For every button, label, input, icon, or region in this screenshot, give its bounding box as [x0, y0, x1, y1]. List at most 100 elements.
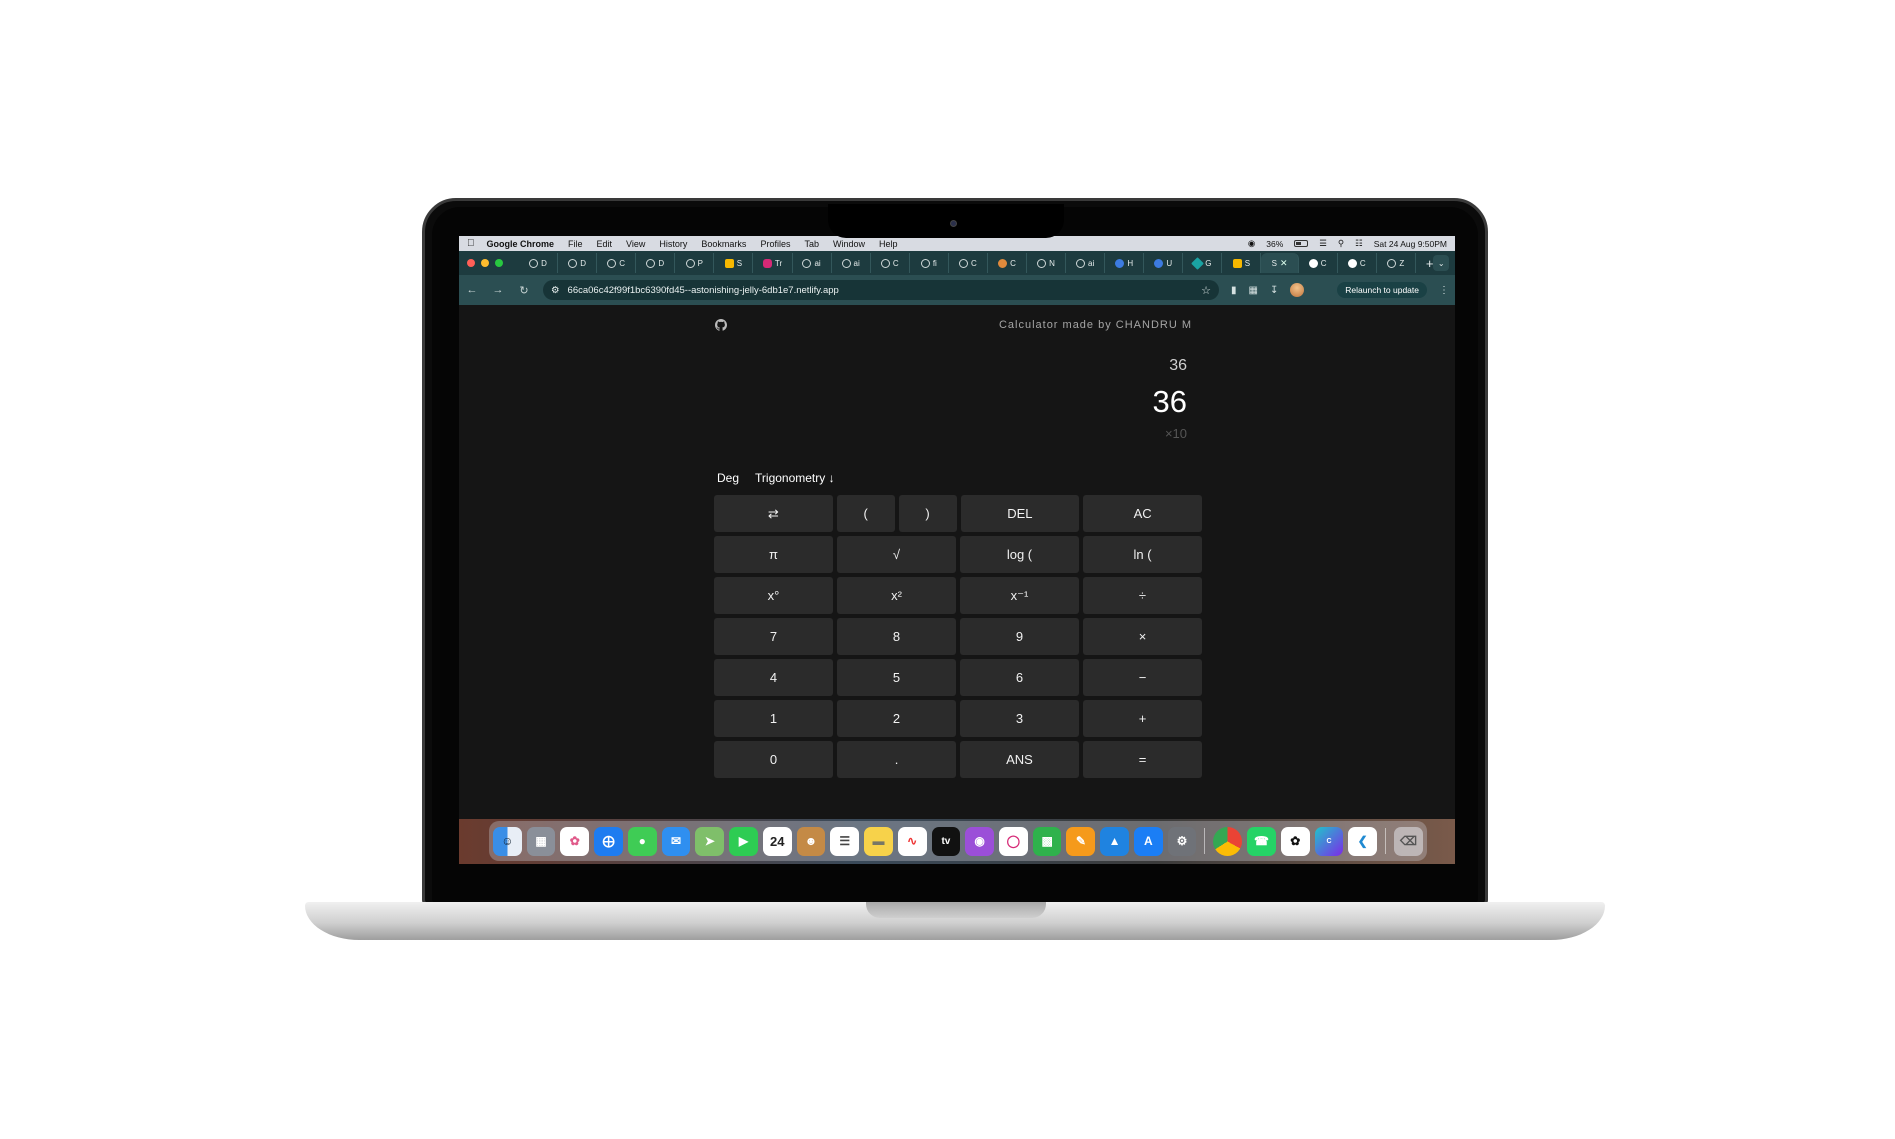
- trigonometry-dropdown[interactable]: Trigonometry ↓: [755, 471, 835, 485]
- ln-key[interactable]: ln (: [1083, 536, 1202, 573]
- browser-tab[interactable]: H: [1105, 253, 1145, 273]
- browser-tab[interactable]: D: [558, 253, 598, 273]
- wifi-icon[interactable]: ☰: [1319, 238, 1327, 249]
- battery-icon[interactable]: [1294, 240, 1309, 247]
- app-store-icon[interactable]: A: [1133, 826, 1163, 856]
- log-key[interactable]: log (: [960, 536, 1079, 573]
- pi-key[interactable]: π: [714, 536, 833, 573]
- menu-edit[interactable]: Edit: [597, 239, 613, 249]
- close-tab-icon[interactable]: ✕: [1280, 258, 1288, 269]
- keynote-icon[interactable]: ▲: [1100, 826, 1129, 856]
- reload-icon[interactable]: ↻: [517, 284, 531, 297]
- minimize-window-icon[interactable]: [481, 259, 489, 267]
- multiply-key[interactable]: ×: [1083, 618, 1202, 655]
- download-icon[interactable]: ↧: [1270, 285, 1278, 296]
- reminders-icon[interactable]: ☰: [830, 826, 860, 856]
- delete-key[interactable]: DEL: [960, 495, 1080, 532]
- digit-3-key[interactable]: 3: [960, 700, 1079, 737]
- pages-icon[interactable]: ✎: [1066, 826, 1096, 856]
- close-window-icon[interactable]: [467, 259, 475, 267]
- menu-clock[interactable]: Sat 24 Aug 9:50PM: [1374, 239, 1447, 249]
- control-center-icon[interactable]: ☷: [1355, 238, 1363, 249]
- digit-4-key[interactable]: 4: [714, 659, 833, 696]
- decimal-key[interactable]: .: [837, 741, 956, 778]
- puzzle-extensions-icon[interactable]: ▦: [1249, 285, 1258, 296]
- menu-view[interactable]: View: [626, 239, 645, 249]
- trash-icon[interactable]: ⌫: [1394, 826, 1423, 856]
- spotlight-search-icon[interactable]: ⚲: [1338, 238, 1344, 249]
- github-icon[interactable]: [715, 319, 727, 331]
- reciprocal-key[interactable]: x⁻¹: [960, 577, 1079, 614]
- open-paren-key[interactable]: (: [836, 495, 895, 532]
- chatgpt-icon[interactable]: ✿: [1280, 826, 1310, 856]
- contacts-icon[interactable]: ☻: [796, 826, 826, 856]
- back-arrow-icon[interactable]: ←: [465, 284, 479, 296]
- menu-file[interactable]: File: [568, 239, 583, 249]
- zoom-window-icon[interactable]: [495, 259, 503, 267]
- plus-key[interactable]: +: [1083, 700, 1202, 737]
- mail-icon[interactable]: ✉: [661, 826, 691, 856]
- browser-tab[interactable]: C: [597, 253, 637, 273]
- numbers-icon[interactable]: ▩: [1032, 826, 1062, 856]
- messages-icon[interactable]: ●: [627, 826, 657, 856]
- digit-7-key[interactable]: 7: [714, 618, 833, 655]
- menu-tab[interactable]: Tab: [804, 239, 819, 249]
- site-info-icon[interactable]: ⚙: [551, 285, 560, 296]
- browser-tab[interactable]: Tr: [753, 253, 793, 273]
- forward-arrow-icon[interactable]: →: [491, 284, 505, 296]
- apple-tv-icon[interactable]: tv: [931, 826, 961, 856]
- digit-0-key[interactable]: 0: [714, 741, 833, 778]
- menu-history[interactable]: History: [659, 239, 687, 249]
- chrome-icon[interactable]: [1213, 826, 1243, 856]
- browser-tab[interactable]: D: [636, 253, 676, 273]
- menu-help[interactable]: Help: [879, 239, 898, 249]
- square-key[interactable]: x²: [837, 577, 956, 614]
- chrome-menu-icon[interactable]: ⋮: [1439, 285, 1449, 296]
- url-text[interactable]: 66ca06c42f99f1bc6390fd45--astonishing-je…: [568, 285, 839, 296]
- profile-avatar[interactable]: [1290, 283, 1305, 297]
- browser-tab[interactable]: P: [675, 253, 715, 273]
- address-bar[interactable]: ⚙ 66ca06c42f99f1bc6390fd45--astonishing-…: [543, 280, 1219, 300]
- sqrt-key[interactable]: √: [837, 536, 956, 573]
- menu-app-name[interactable]: Google Chrome: [487, 239, 555, 249]
- browser-tab[interactable]: ai: [1066, 253, 1106, 273]
- notes-icon[interactable]: ▬: [864, 826, 893, 856]
- browser-tab[interactable]: G: [1183, 253, 1223, 273]
- browser-tab[interactable]: ai: [832, 253, 871, 273]
- new-tab-plus-icon[interactable]: +: [1426, 256, 1434, 271]
- calendar-icon[interactable]: 24: [762, 826, 792, 856]
- divide-key[interactable]: ÷: [1083, 577, 1202, 614]
- browser-tab[interactable]: U: [1144, 253, 1184, 273]
- browser-tab[interactable]: N: [1027, 253, 1067, 273]
- instagram-icon[interactable]: ◯: [999, 826, 1028, 856]
- system-settings-icon[interactable]: ⚙: [1167, 826, 1197, 856]
- safari-icon[interactable]: ⨁: [594, 826, 623, 856]
- photos-icon[interactable]: ✿: [560, 826, 590, 856]
- swap-key[interactable]: ⇄: [714, 495, 833, 532]
- digit-5-key[interactable]: 5: [837, 659, 956, 696]
- digit-8-key[interactable]: 8: [837, 618, 956, 655]
- facetime-icon[interactable]: ▶: [729, 826, 758, 856]
- apple-menu-icon[interactable]: : [467, 238, 475, 249]
- deg-toggle-button[interactable]: Deg: [717, 471, 739, 485]
- maps-icon[interactable]: ➤: [695, 826, 725, 856]
- browser-tab[interactable]: C: [871, 253, 910, 273]
- ans-key[interactable]: ANS: [960, 741, 1079, 778]
- finder-icon[interactable]: ☺: [493, 826, 522, 856]
- menu-window[interactable]: Window: [833, 239, 865, 249]
- close-paren-key[interactable]: ): [898, 495, 957, 532]
- equals-key[interactable]: =: [1083, 741, 1202, 778]
- digit-2-key[interactable]: 2: [837, 700, 956, 737]
- all-clear-key[interactable]: AC: [1083, 495, 1202, 532]
- browser-tab[interactable]: C: [988, 253, 1028, 273]
- menu-profiles[interactable]: Profiles: [760, 239, 790, 249]
- browser-tab[interactable]: D: [519, 253, 559, 273]
- whatsapp-icon[interactable]: ☎: [1247, 826, 1276, 856]
- relaunch-to-update-button[interactable]: Relaunch to update: [1337, 282, 1427, 298]
- browser-tab[interactable]: Z: [1377, 253, 1416, 273]
- menu-bookmarks[interactable]: Bookmarks: [701, 239, 746, 249]
- degree-power-key[interactable]: x°: [714, 577, 833, 614]
- browser-tab[interactable]: C: [1338, 253, 1377, 273]
- freeform-icon[interactable]: ∿: [897, 826, 927, 856]
- browser-tab[interactable]: fi: [910, 253, 949, 273]
